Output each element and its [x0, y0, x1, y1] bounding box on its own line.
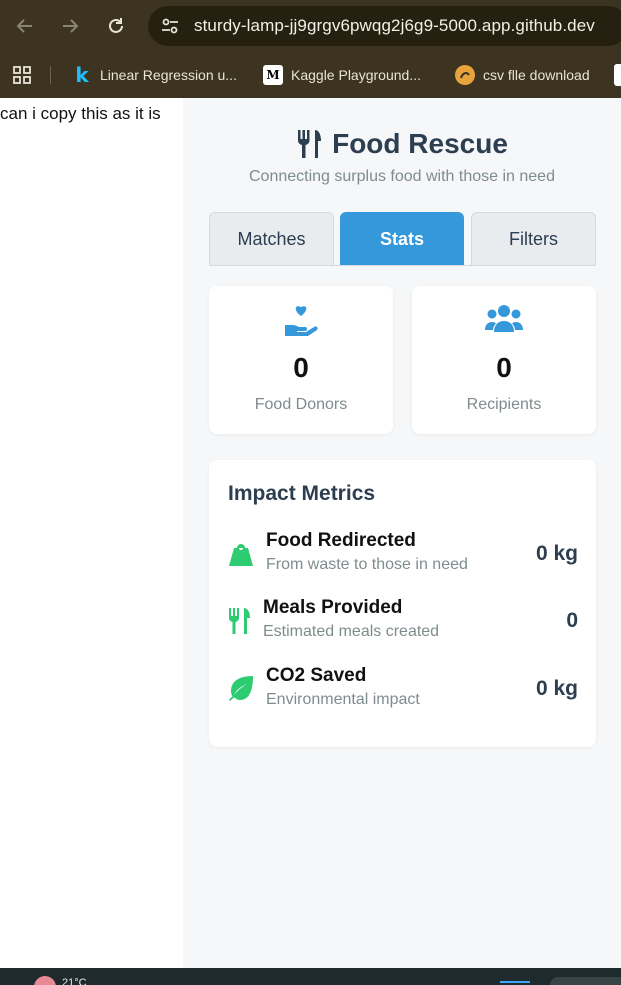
users-icon — [412, 302, 596, 336]
bookmark-label: Linear Regression u... — [100, 67, 237, 83]
metric-meals-provided: Meals Provided Estimated meals created 0 — [228, 597, 578, 647]
stat-card-recipients: 0 Recipients — [412, 286, 596, 434]
reload-button[interactable] — [102, 12, 130, 40]
page-question-text: can i copy this as it is — [0, 104, 161, 123]
metric-name: CO2 Saved — [266, 665, 367, 686]
kaggle-k-icon: k — [75, 63, 89, 87]
tab-filters[interactable]: Filters — [471, 212, 596, 266]
metric-co2-saved: CO2 Saved Environmental impact 0 kg — [228, 665, 578, 715]
taskbar-app-indicator[interactable] — [500, 981, 530, 985]
weight-icon — [228, 540, 254, 568]
bookmark-csv-download[interactable]: csv flle download — [455, 64, 590, 86]
metric-desc: Environmental impact — [266, 691, 420, 708]
leaf-icon — [228, 675, 254, 703]
back-button[interactable] — [11, 12, 39, 40]
forward-button[interactable] — [56, 12, 84, 40]
app-subtitle: Connecting surplus food with those in ne… — [249, 168, 555, 185]
recipients-count: 0 — [496, 352, 512, 383]
address-bar[interactable]: sturdy-lamp-jj9grgv6pwqg2j6g9-5000.app.g… — [148, 6, 621, 46]
recipients-label: Recipients — [466, 396, 542, 413]
apps-grid-icon[interactable] — [12, 65, 32, 85]
forward-arrow-icon — [63, 19, 79, 33]
utensils-icon — [298, 130, 322, 158]
app-header: Food Rescue — [183, 128, 621, 160]
metric-value: 0 kg — [535, 542, 578, 565]
bookmark-overflow[interactable] — [614, 64, 621, 86]
bookmark-label: csv flle download — [483, 67, 590, 83]
bookmarks-bar: k Linear Regression u... M Kaggle Playgr… — [0, 52, 621, 98]
metric-name: Meals Provided — [263, 597, 403, 618]
metric-value: 0 kg — [535, 677, 578, 700]
bookmarks-divider — [50, 66, 51, 84]
bookmark-kaggle-playground[interactable]: M Kaggle Playground... — [263, 64, 421, 86]
tab-matches[interactable]: Matches — [209, 212, 334, 266]
metric-value: 0 — [566, 609, 578, 632]
impact-title: Impact Metrics — [228, 482, 376, 505]
medium-m-icon: M — [263, 65, 283, 85]
metric-food-redirected: Food Redirected From waste to those in n… — [228, 530, 578, 580]
os-taskbar: 21°C — [0, 968, 621, 985]
url-text: sturdy-lamp-jj9grgv6pwqg2j6g9-5000.app.g… — [194, 16, 595, 35]
metric-desc: From waste to those in need — [266, 556, 468, 573]
stat-card-donors: 0 Food Donors — [209, 286, 393, 434]
site-info-icon[interactable] — [160, 16, 180, 36]
csv-icon — [455, 65, 475, 85]
metric-name: Food Redirected — [266, 530, 416, 551]
browser-toolbar: sturdy-lamp-jj9grgv6pwqg2j6g9-5000.app.g… — [0, 0, 621, 52]
bookmark-label: Kaggle Playground... — [291, 67, 421, 83]
reload-icon — [109, 18, 123, 33]
bookmark-linear-regression[interactable]: k Linear Regression u... — [72, 63, 237, 87]
browser-chrome: sturdy-lamp-jj9grgv6pwqg2j6g9-5000.app.g… — [0, 0, 621, 98]
utensils-icon — [228, 607, 254, 635]
back-arrow-icon — [16, 19, 32, 33]
tab-stats[interactable]: Stats — [340, 212, 464, 266]
weather-temperature: 21°C — [62, 977, 87, 985]
hand-heart-icon — [209, 302, 393, 336]
impact-metrics-card: Impact Metrics Food Redirected From wast… — [209, 460, 596, 747]
tab-bar: Matches Stats Filters — [209, 212, 596, 266]
tab-divider — [209, 265, 596, 266]
taskbar-search[interactable] — [550, 977, 621, 985]
donors-count: 0 — [293, 352, 309, 383]
donors-label: Food Donors — [254, 396, 348, 413]
app-title: Food Rescue — [332, 128, 508, 159]
food-rescue-panel: Food Rescue Connecting surplus food with… — [183, 98, 621, 968]
metric-desc: Estimated meals created — [263, 623, 440, 640]
weather-icon[interactable] — [34, 976, 56, 985]
